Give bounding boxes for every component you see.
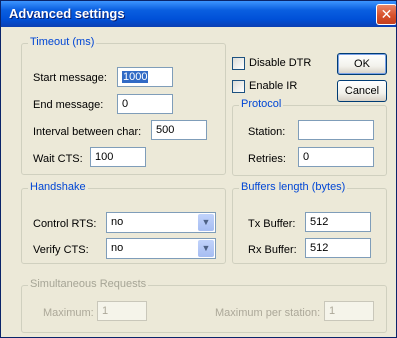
wait-cts-label: Wait CTS: — [33, 153, 83, 165]
buffers-legend: Buffers length (bytes) — [239, 181, 348, 193]
control-rts-label: Control RTS: — [33, 218, 97, 230]
maximum-value: 1 — [102, 305, 109, 317]
maximum-input[interactable]: 1 — [97, 301, 147, 321]
start-message-input[interactable]: 1000 — [117, 67, 173, 87]
maximum-label: Maximum: — [43, 307, 94, 319]
tx-buffer-label: Tx Buffer: — [248, 218, 296, 230]
start-message-value: 1000 — [122, 71, 149, 83]
interval-input[interactable]: 500 — [151, 120, 207, 140]
start-message-label: Start message: — [33, 72, 107, 84]
verify-cts-select[interactable]: no ▼ — [106, 238, 216, 259]
disable-dtr-label[interactable]: Disable DTR — [249, 57, 311, 69]
rx-buffer-label: Rx Buffer: — [248, 244, 297, 256]
control-rts-value: no — [111, 216, 124, 228]
disable-dtr-checkbox[interactable] — [232, 57, 245, 70]
end-message-label: End message: — [33, 99, 104, 111]
ok-button[interactable]: OK — [337, 53, 387, 75]
maximum-per-station-label: Maximum per station: — [215, 307, 321, 319]
tx-buffer-input[interactable]: 512 — [305, 212, 371, 232]
chevron-down-icon[interactable]: ▼ — [198, 240, 214, 257]
interval-value: 500 — [156, 124, 175, 136]
station-input[interactable] — [298, 120, 374, 140]
title-bar[interactable]: Advanced settings ✕ — [1, 1, 396, 27]
enable-ir-label[interactable]: Enable IR — [249, 80, 297, 92]
maximum-per-station-value: 1 — [329, 305, 336, 317]
verify-cts-label: Verify CTS: — [33, 244, 89, 256]
wait-cts-input[interactable]: 100 — [90, 147, 146, 167]
close-button[interactable]: ✕ — [376, 4, 396, 25]
end-message-input[interactable]: 0 — [117, 94, 173, 114]
end-message-value: 0 — [122, 98, 129, 110]
handshake-legend: Handshake — [28, 181, 88, 193]
cancel-button[interactable]: Cancel — [337, 80, 387, 102]
interval-label: Interval between char: — [33, 126, 142, 138]
station-label: Station: — [248, 126, 286, 138]
control-rts-select[interactable]: no ▼ — [106, 212, 216, 233]
simultaneous-requests-legend: Simultaneous Requests — [28, 278, 149, 290]
close-icon: ✕ — [380, 6, 393, 22]
rx-buffer-input[interactable]: 512 — [305, 238, 371, 258]
maximum-per-station-input[interactable]: 1 — [324, 301, 374, 321]
retries-input[interactable]: 0 — [298, 147, 374, 167]
advanced-settings-dialog: Advanced settings ✕ Timeout (ms) Start m… — [0, 0, 397, 338]
protocol-legend: Protocol — [239, 98, 284, 110]
verify-cts-value: no — [111, 242, 124, 254]
rx-buffer-value: 512 — [310, 242, 329, 254]
cancel-button-label: Cancel — [344, 85, 380, 97]
wait-cts-value: 100 — [95, 151, 114, 163]
tx-buffer-value: 512 — [310, 216, 329, 228]
chevron-down-icon[interactable]: ▼ — [198, 214, 214, 231]
ok-button-label: OK — [354, 58, 370, 70]
enable-ir-checkbox[interactable] — [232, 80, 245, 93]
timeout-legend: Timeout (ms) — [28, 36, 97, 48]
retries-value: 0 — [303, 151, 310, 163]
retries-label: Retries: — [248, 153, 286, 165]
dialog-title: Advanced settings — [9, 6, 125, 21]
